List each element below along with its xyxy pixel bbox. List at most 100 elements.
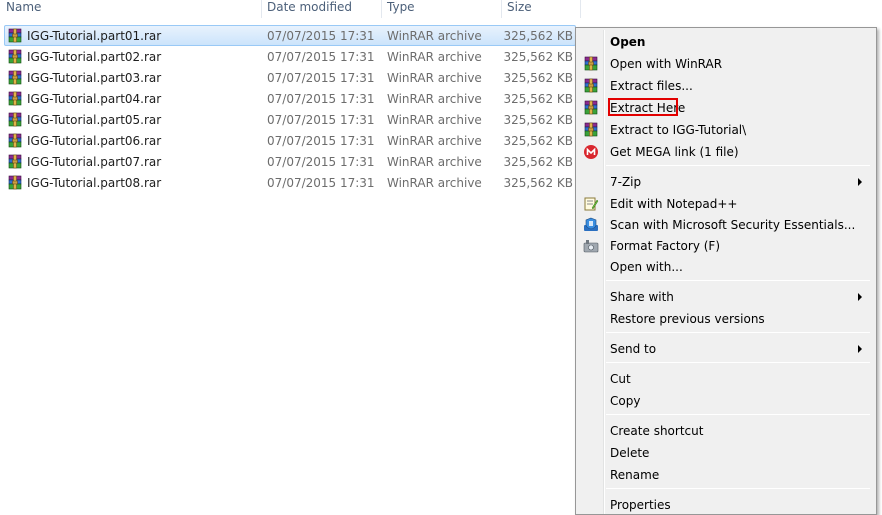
menu-item-label: Open with WinRAR [610,57,723,71]
column-header-size[interactable]: Size [507,0,532,18]
file-date-modified: 07/07/2015 17:31 [267,71,375,85]
menu-item-rename[interactable]: Rename [578,464,874,485]
file-date-modified: 07/07/2015 17:31 [267,113,375,127]
winrar-archive-icon [7,175,23,191]
file-size: 325,562 KB [503,134,573,148]
file-size: 325,562 KB [503,155,573,169]
winrar-icon [583,100,599,116]
winrar-icon [583,78,599,94]
security-essentials-icon [583,217,599,233]
format-factory-icon [583,238,599,254]
file-name: IGG-Tutorial.part01.rar [27,29,162,43]
file-row[interactable]: IGG-Tutorial.part05.rar 07/07/2015 17:31 W… [4,109,576,130]
notepad-plus-plus-icon [583,196,599,212]
submenu-arrow-icon [858,178,862,186]
menu-item-extract-here[interactable]: Extract Here [578,97,874,118]
menu-item-cut[interactable]: Cut [578,368,874,389]
menu-item-get-mega-link-1-file[interactable]: Get MEGA link (1 file) [578,141,874,162]
menu-item-create-shortcut[interactable]: Create shortcut [578,420,874,441]
menu-item-7-zip[interactable]: 7-Zip [578,171,874,192]
menu-item-label: Format Factory (F) [610,239,721,253]
file-size: 325,562 KB [503,92,573,106]
menu-item-label: Send to [610,342,657,356]
menu-item-open[interactable]: Open [578,31,874,52]
file-date-modified: 07/07/2015 17:31 [267,155,375,169]
menu-item-copy[interactable]: Copy [578,390,874,411]
menu-separator [606,362,870,363]
file-date-modified: 07/07/2015 17:31 [267,92,375,106]
file-size: 325,562 KB [503,50,573,64]
file-row[interactable]: IGG-Tutorial.part01.rar 07/07/2015 17:31 W… [4,25,576,46]
menu-separator [606,280,870,281]
file-size: 325,562 KB [503,71,573,85]
file-size: 325,562 KB [503,113,573,127]
file-name: IGG-Tutorial.part05.rar [27,113,162,127]
file-name: IGG-Tutorial.part04.rar [27,92,162,106]
winrar-archive-icon [7,133,23,149]
file-size: 325,562 KB [503,29,573,43]
menu-item-delete[interactable]: Delete [578,442,874,463]
file-size: 325,562 KB [503,176,573,190]
file-type: WinRAR archive [387,134,482,148]
menu-item-restore-previous-versions[interactable]: Restore previous versions [578,308,874,329]
file-name: IGG-Tutorial.part08.rar [27,176,162,190]
winrar-archive-icon [7,91,23,107]
column-divider[interactable] [261,0,262,18]
menu-item-share-with[interactable]: Share with [578,286,874,307]
column-divider[interactable] [501,0,502,18]
file-name: IGG-Tutorial.part06.rar [27,134,162,148]
highlight-annotation-box [608,98,678,116]
file-type: WinRAR archive [387,113,482,127]
column-divider[interactable] [580,0,581,18]
column-header: Name Date modified Type Size [0,0,882,18]
file-type: WinRAR archive [387,92,482,106]
menu-item-extract-files[interactable]: Extract files... [578,75,874,96]
menu-item-label: Get MEGA link (1 file) [610,145,739,159]
file-type: WinRAR archive [387,71,482,85]
winrar-icon [583,56,599,72]
menu-item-label: Extract to IGG-Tutorial\ [610,123,747,137]
file-row[interactable]: IGG-Tutorial.part07.rar 07/07/2015 17:31 W… [4,151,576,172]
winrar-archive-icon [7,70,23,86]
file-type: WinRAR archive [387,155,482,169]
menu-item-label: Delete [610,446,650,460]
menu-item-label: Rename [610,468,660,482]
submenu-arrow-icon [858,293,862,301]
menu-item-label: Copy [610,394,641,408]
menu-item-open-with-winrar[interactable]: Open with WinRAR [578,53,874,74]
file-type: WinRAR archive [387,176,482,190]
menu-item-label: Create shortcut [610,424,704,438]
menu-item-label: Properties [610,498,671,512]
menu-item-extract-to-igg-tutorial[interactable]: Extract to IGG-Tutorial\ [578,119,874,140]
menu-item-open-with[interactable]: Open with... [578,256,874,277]
menu-item-label: Restore previous versions [610,312,765,326]
file-date-modified: 07/07/2015 17:31 [267,29,375,43]
file-row[interactable]: IGG-Tutorial.part08.rar 07/07/2015 17:31 W… [4,172,576,193]
menu-item-label: Edit with Notepad++ [610,197,738,211]
column-header-date[interactable]: Date modified [267,0,352,18]
menu-item-properties[interactable]: Properties [578,494,874,515]
file-date-modified: 07/07/2015 17:31 [267,134,375,148]
winrar-archive-icon [7,28,23,44]
menu-item-label: Cut [610,372,631,386]
menu-item-edit-with-notepad[interactable]: Edit with Notepad++ [578,193,874,214]
mega-icon [583,144,599,160]
menu-item-scan-with-microsoft-security-essentials[interactable]: Scan with Microsoft Security Essentials.… [578,214,874,235]
file-row[interactable]: IGG-Tutorial.part02.rar 07/07/2015 17:31 W… [4,46,576,67]
file-type: WinRAR archive [387,29,482,43]
file-name: IGG-Tutorial.part03.rar [27,71,162,85]
file-date-modified: 07/07/2015 17:31 [267,50,375,64]
file-name: IGG-Tutorial.part02.rar [27,50,162,64]
file-row[interactable]: IGG-Tutorial.part04.rar 07/07/2015 17:31 W… [4,88,576,109]
menu-separator [606,332,870,333]
column-header-name[interactable]: Name [6,0,41,18]
menu-item-format-factory-f[interactable]: Format Factory (F) [578,235,874,256]
column-header-type[interactable]: Type [387,0,415,18]
column-divider[interactable] [381,0,382,18]
file-date-modified: 07/07/2015 17:31 [267,176,375,190]
file-row[interactable]: IGG-Tutorial.part06.rar 07/07/2015 17:31 W… [4,130,576,151]
context-menu: Open Open with WinRAR Extract files... Extr… [575,27,877,515]
menu-item-send-to[interactable]: Send to [578,338,874,359]
file-row[interactable]: IGG-Tutorial.part03.rar 07/07/2015 17:31 W… [4,67,576,88]
file-name: IGG-Tutorial.part07.rar [27,155,162,169]
